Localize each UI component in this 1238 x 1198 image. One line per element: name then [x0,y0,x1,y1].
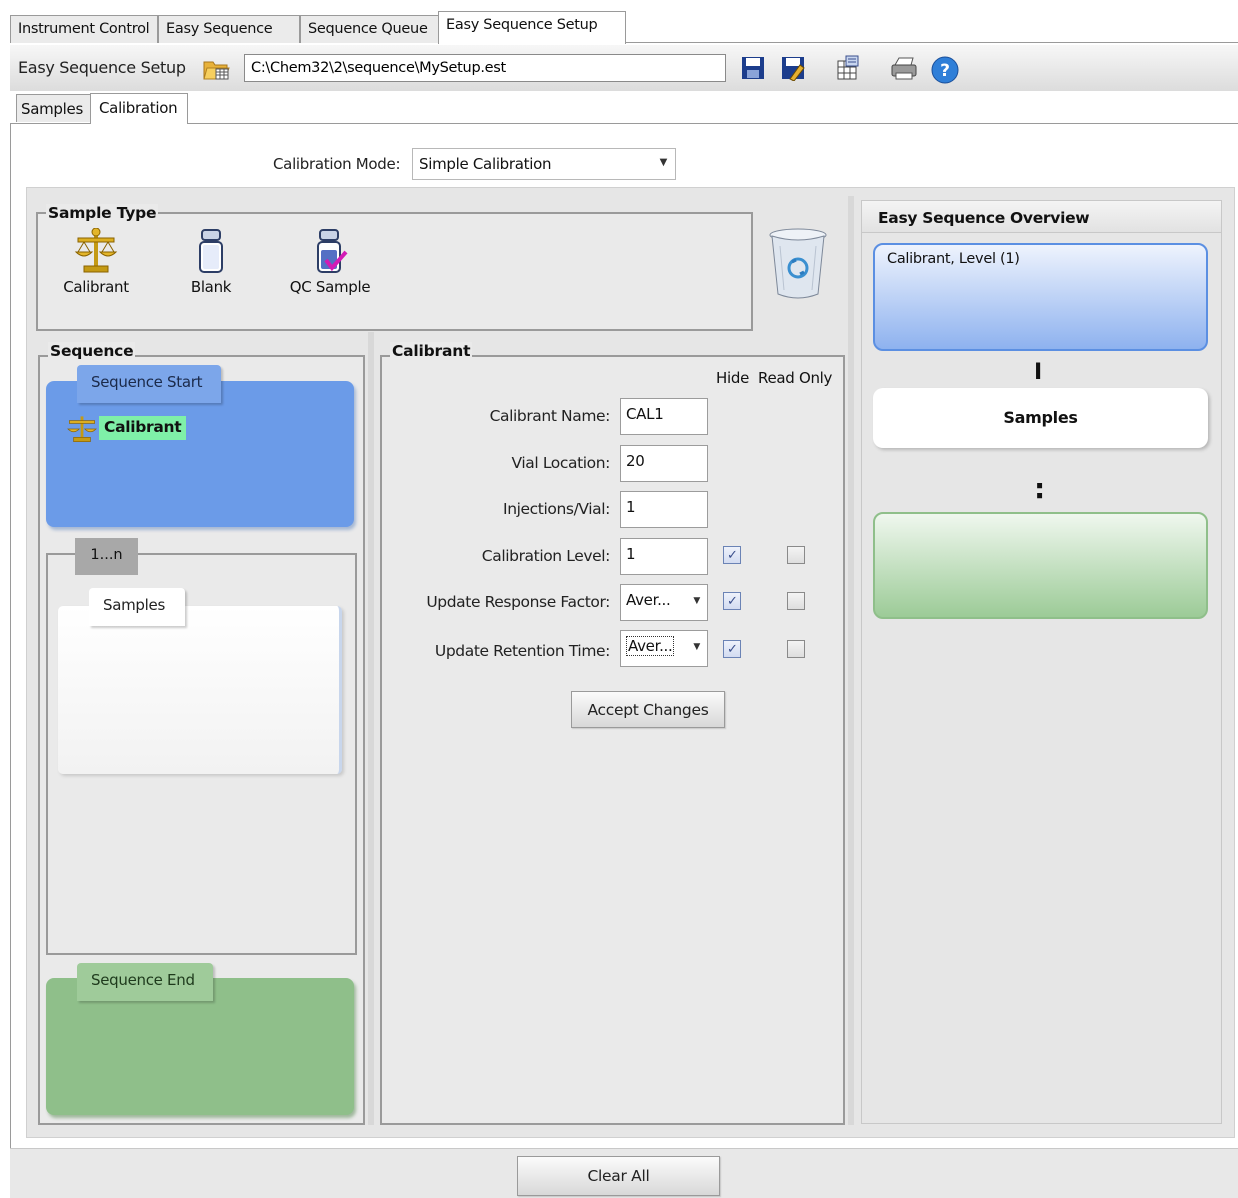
svg-text:?: ? [940,61,950,81]
vial-location-field[interactable]: 20 [620,445,708,482]
calibration-level-field[interactable]: 1 [620,538,708,575]
sample-type-blank-label: Blank [190,278,232,296]
sample-type-qc-sample[interactable]: QC Sample [286,228,374,296]
sample-type-qc-sample-label: QC Sample [289,278,371,296]
update-response-factor-select[interactable]: Aver... ▼ [620,584,708,621]
calibrant-title: Calibrant [390,342,473,360]
subtab-calibration[interactable]: Calibration [90,93,188,124]
sequence-path-input[interactable] [244,54,726,82]
injections-per-vial-label: Injections/Vial: [503,500,610,518]
sequence-start-tab: Sequence Start [77,365,221,403]
subtab-samples[interactable]: Samples [16,94,92,122]
response-factor-readonly-checkbox[interactable] [787,592,805,610]
vial-icon [199,229,223,273]
samples-tab: Samples [89,588,185,626]
column-hide-label: Hide [716,369,749,387]
calibration-level-readonly-checkbox[interactable] [787,546,805,564]
chevron-down-icon: ▼ [693,596,700,606]
sample-type-calibrant-label: Calibrant [63,278,129,296]
samples-block[interactable] [58,606,342,774]
tab-easy-sequence[interactable]: Easy Sequence [158,15,300,43]
balance-scale-icon [66,415,98,443]
clear-all-button[interactable]: Clear All [517,1156,720,1196]
sequence-calibrant-item[interactable]: Calibrant [99,416,187,440]
overview-ellipsis: : [1034,472,1046,505]
calibration-level-hide-checkbox[interactable]: ✓ [723,546,741,564]
toolbar: Easy Sequence Setup ? [10,45,1238,91]
sub-tab-bar: Samples Calibration [10,93,1238,124]
column-read-only-label: Read Only [758,369,833,387]
sample-type-blank[interactable]: Blank [176,228,246,296]
overview-title: Easy Sequence Overview [862,201,1221,233]
update-response-factor-value: Aver... [626,591,671,609]
help-icon[interactable]: ? [930,55,960,84]
chevron-down-icon: ▼ [659,157,668,168]
overview-calibrant-block[interactable]: Calibrant, Level (1) [873,243,1208,351]
splitter-left[interactable] [368,332,374,1125]
calibration-mode-select[interactable]: Simple Calibration ▼ [412,148,676,180]
response-factor-hide-checkbox[interactable]: ✓ [723,592,741,610]
tab-instrument-control[interactable]: Instrument Control [10,15,158,43]
open-folder-icon[interactable] [202,54,232,82]
overview-connector: I [1034,360,1043,385]
retention-time-readonly-checkbox[interactable] [787,640,805,658]
toolbar-title: Easy Sequence Setup [18,58,186,77]
vial-location-label: Vial Location: [511,454,611,472]
sequence-end-tab: Sequence End [77,963,213,1001]
sample-type-title: Sample Type [46,204,159,222]
update-retention-time-value: Aver... [626,636,675,656]
update-retention-time-label: Update Retention Time: [434,642,610,660]
calibration-mode-label: Calibration Mode: [273,155,401,173]
retention-time-hide-checkbox[interactable]: ✓ [723,640,741,658]
splitter-right[interactable] [848,196,854,1125]
recycle-bin-icon[interactable] [766,226,830,302]
sample-type-group [36,212,753,331]
update-retention-time-select[interactable]: Aver... ▼ [620,630,708,667]
sample-type-calibrant[interactable]: Calibrant [56,227,136,296]
main-tab-bar: Instrument Control Easy Sequence Sequenc… [10,11,1238,44]
injections-per-vial-field[interactable]: 1 [620,491,708,528]
overview-end-block[interactable] [873,512,1208,619]
calibration-level-label: Calibration Level: [481,547,611,565]
calibrant-name-field[interactable]: CAL1 [620,398,708,435]
accept-changes-button[interactable]: Accept Changes [571,691,725,728]
overview-samples-block[interactable]: Samples [873,388,1208,448]
tab-easy-sequence-setup[interactable]: Easy Sequence Setup [438,11,626,44]
chevron-down-icon: ▼ [693,642,700,652]
sequence-title: Sequence [48,342,136,360]
print-preview-icon[interactable] [836,55,862,81]
qc-vial-icon [317,229,348,273]
calibrant-name-label: Calibrant Name: [489,407,611,425]
tab-sequence-queue[interactable]: Sequence Queue [300,15,448,43]
print-icon[interactable] [890,55,917,81]
balance-scale-icon [74,227,118,273]
loop-count-tab[interactable]: 1...n [75,538,138,575]
save-icon[interactable] [740,55,766,81]
save-as-icon[interactable] [780,55,806,82]
update-response-factor-label: Update Response Factor: [426,593,610,611]
calibration-mode-value: Simple Calibration [419,155,552,173]
